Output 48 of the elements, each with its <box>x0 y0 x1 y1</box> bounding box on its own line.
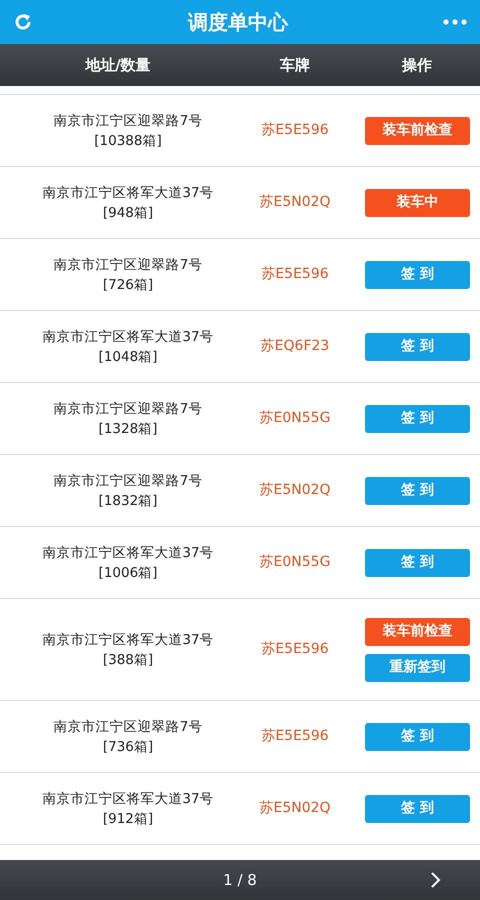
quantity-text: [736箱] <box>102 738 154 756</box>
address-text: 南京市江宁区将军大道37号 <box>42 630 214 650</box>
page-title: 调度单中心 <box>186 9 290 36</box>
action-button[interactable]: 签 到 <box>365 548 470 576</box>
action-button[interactable]: 签 到 <box>365 404 470 432</box>
plate-number: 苏E5E596 <box>260 727 330 746</box>
action-button[interactable]: 签 到 <box>365 260 470 288</box>
quantity-text: [726箱] <box>102 276 154 294</box>
quantity-text: [1832箱] <box>98 492 158 510</box>
action-button[interactable]: 签 到 <box>365 332 470 360</box>
plate-number: 苏E0N55G <box>258 409 332 428</box>
plate-number: 苏EQ6F23 <box>260 337 330 356</box>
action-button[interactable]: 装车前检查 <box>365 618 470 646</box>
action-button[interactable]: 签 到 <box>365 476 470 504</box>
action-button[interactable]: 重新签到 <box>365 654 470 682</box>
quantity-text: [10388箱] <box>94 132 162 150</box>
action-button[interactable]: 签 到 <box>365 794 470 822</box>
address-text: 南京市江宁区将军大道37号 <box>42 790 214 808</box>
next-page-icon[interactable] <box>430 871 442 889</box>
more-icon[interactable] <box>442 18 468 26</box>
action-button[interactable]: 装车中 <box>365 188 470 216</box>
column-header: 车牌 <box>279 54 311 76</box>
plate-number: 苏E5N02Q <box>258 481 332 500</box>
column-header: 地址/数量 <box>84 54 152 76</box>
quantity-text: [1006箱] <box>98 564 158 582</box>
page-indicator: 1 / 8 <box>223 870 257 891</box>
address-text: 南京市江宁区迎翠路7号 <box>54 718 202 736</box>
address-text: 南京市江宁区迎翠路7号 <box>54 472 202 490</box>
plate-number: 苏E5E596 <box>260 640 330 659</box>
quantity-text: [912箱] <box>102 810 154 828</box>
address-text: 南京市江宁区将军大道37号 <box>42 544 214 562</box>
plate-number: 苏E5E596 <box>260 265 330 284</box>
address-text: 南京市江宁区迎翠路7号 <box>54 112 202 130</box>
action-button[interactable]: 装车前检查 <box>365 116 470 144</box>
address-text: 南京市江宁区迎翠路7号 <box>54 256 202 274</box>
plate-number: 苏E5N02Q <box>258 799 332 818</box>
address-text: 南京市江宁区迎翠路7号 <box>54 400 202 418</box>
quantity-text: [388箱] <box>102 650 154 670</box>
quantity-text: [948箱] <box>102 204 154 222</box>
column-header: 操作 <box>400 54 433 76</box>
quantity-text: [1328箱] <box>98 420 158 438</box>
plate-number: 苏E5N02Q <box>258 193 332 212</box>
plate-number: 苏E0N55G <box>258 553 332 572</box>
quantity-text: [1048箱] <box>98 348 158 366</box>
address-text: 南京市江宁区将军大道37号 <box>42 184 214 202</box>
plate-number: 苏E5E596 <box>260 121 330 140</box>
action-button[interactable]: 签 到 <box>365 722 470 750</box>
address-text: 南京市江宁区将军大道37号 <box>42 328 214 346</box>
